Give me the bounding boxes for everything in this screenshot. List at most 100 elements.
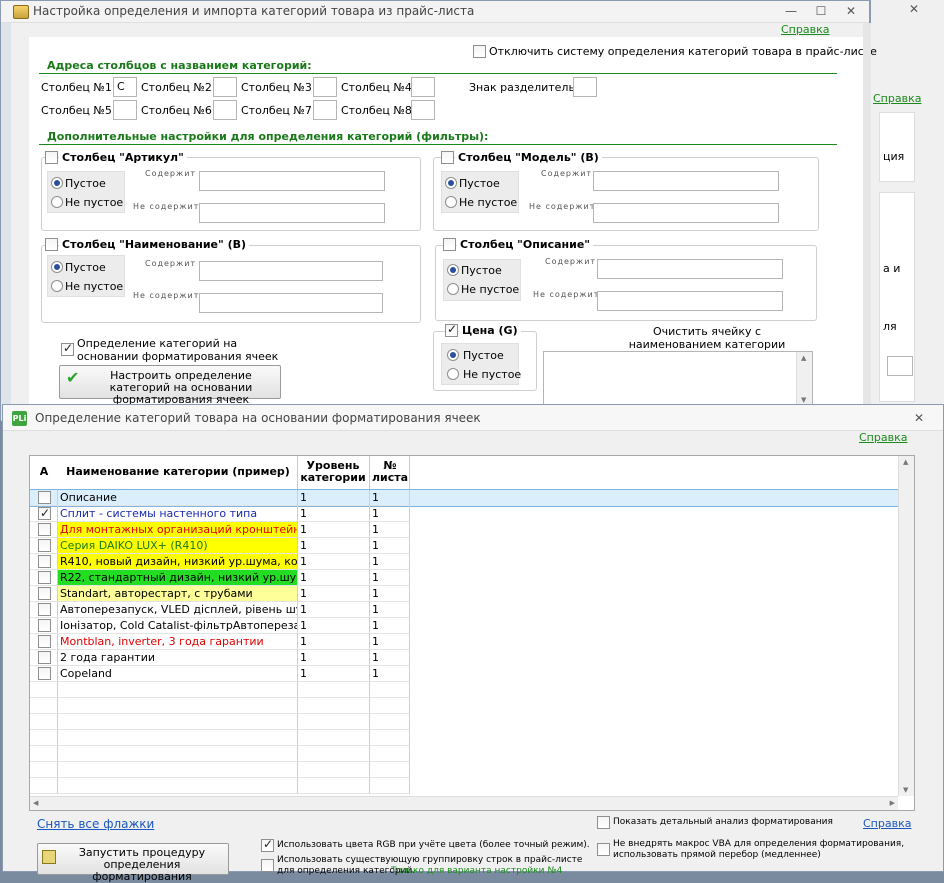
category-name-cell[interactable]: Автоперезапуск, VLED дісплей, рівень шум…	[58, 602, 298, 618]
table-row[interactable]: Описание 1 1	[29, 489, 899, 507]
category-name-cell[interactable]	[58, 730, 298, 746]
level-cell[interactable]: 1	[298, 490, 370, 506]
level-cell[interactable]	[298, 778, 370, 794]
row-checkbox[interactable]	[38, 651, 51, 664]
hscroll-left-icon[interactable]: ◀	[33, 799, 38, 807]
table-row[interactable]: Серия DAIKO LUX+ (R410) 1 1	[30, 538, 898, 554]
row-checkbox[interactable]	[38, 635, 51, 648]
vscroll-up-icon[interactable]: ▲	[903, 458, 908, 466]
row-checkbox-cell[interactable]	[30, 730, 58, 746]
name-notempty-radio[interactable]	[51, 280, 63, 292]
sheet-cell[interactable]	[370, 730, 410, 746]
table-row[interactable]: R22, стандартный дизайн, низкий ур.шума,…	[30, 570, 898, 586]
col8-input[interactable]	[411, 100, 435, 120]
category-name-cell[interactable]: Описание	[58, 490, 298, 506]
vertical-scrollbar[interactable]: ▲ ▼	[898, 456, 914, 796]
category-name-cell[interactable]: Copeland	[58, 666, 298, 682]
maximize-icon[interactable]: ☐	[811, 4, 831, 18]
level-cell[interactable]: 1	[298, 666, 370, 682]
col4-input[interactable]	[411, 77, 435, 97]
description-empty-radio[interactable]	[447, 264, 459, 276]
row-checkbox-cell[interactable]	[30, 538, 58, 554]
table-row[interactable]: Автоперезапуск, VLED дісплей, рівень шум…	[30, 602, 898, 618]
close-icon-2[interactable]: ✕	[909, 411, 929, 425]
description-notempty-radio[interactable]	[447, 283, 459, 295]
sheet-cell[interactable]: 1	[370, 666, 410, 682]
level-cell[interactable]: 1	[298, 538, 370, 554]
uncheck-all-link[interactable]: Снять все флажки	[37, 817, 154, 831]
table-row[interactable]	[30, 698, 898, 714]
category-name-cell[interactable]	[58, 746, 298, 762]
category-name-cell[interactable]	[58, 762, 298, 778]
no-vba-checkbox[interactable]	[597, 843, 610, 856]
sheet-cell[interactable]	[370, 714, 410, 730]
use-rgb-checkbox[interactable]	[261, 837, 274, 852]
level-cell[interactable]: 1	[298, 618, 370, 634]
model-empty-radio[interactable]	[445, 177, 457, 189]
category-name-cell[interactable]: Standart, авторестарт, с трубами	[58, 586, 298, 602]
hscroll-right-icon[interactable]: ▶	[890, 799, 895, 807]
row-checkbox[interactable]	[38, 506, 51, 521]
sheet-cell[interactable]: 1	[370, 538, 410, 554]
level-cell[interactable]: 1	[298, 570, 370, 586]
row-checkbox-cell[interactable]	[30, 602, 58, 618]
col-header-sheet[interactable]: № листа	[372, 460, 408, 484]
row-checkbox[interactable]	[38, 523, 51, 536]
table-row[interactable]: Сплит - системы настенного типа11	[30, 506, 898, 522]
table-row[interactable]: Standart, авторестарт, с трубами 1 1	[30, 586, 898, 602]
sheet-cell[interactable]: 1	[370, 554, 410, 570]
sheet-cell[interactable]	[370, 746, 410, 762]
category-name-cell[interactable]: 2 года гарантии	[58, 650, 298, 666]
table-row[interactable]: 2 года гарантии 1 1	[30, 650, 898, 666]
table-row[interactable]	[30, 746, 898, 762]
row-checkbox-cell[interactable]	[30, 570, 58, 586]
row-checkbox-cell[interactable]	[30, 714, 58, 730]
article-empty-radio[interactable]	[51, 177, 63, 189]
row-checkbox-cell[interactable]	[30, 490, 58, 506]
sheet-cell[interactable]: 1	[370, 618, 410, 634]
help-link[interactable]: Справка	[781, 23, 829, 36]
level-cell[interactable]: 1	[298, 634, 370, 650]
sheet-cell[interactable]	[370, 698, 410, 714]
row-checkbox[interactable]	[38, 555, 51, 568]
model-contains-input[interactable]	[593, 171, 779, 191]
name-notcontains-input[interactable]	[199, 293, 383, 313]
category-name-cell[interactable]	[58, 698, 298, 714]
row-checkbox[interactable]	[38, 667, 51, 680]
col2-input[interactable]	[213, 77, 237, 97]
row-checkbox-cell[interactable]	[30, 666, 58, 682]
row-checkbox[interactable]	[38, 491, 51, 504]
show-analysis-checkbox[interactable]	[597, 816, 610, 829]
sheet-cell[interactable]	[370, 778, 410, 794]
level-cell[interactable]	[298, 762, 370, 778]
price-empty-radio[interactable]	[447, 349, 459, 361]
table-row[interactable]: Іонізатор, Cold Catalist-фільтрАвтоперез…	[30, 618, 898, 634]
row-checkbox[interactable]	[38, 619, 51, 632]
sheet-cell[interactable]: 1	[370, 570, 410, 586]
close-icon[interactable]: ✕	[841, 4, 861, 18]
level-cell[interactable]: 1	[298, 586, 370, 602]
category-name-cell[interactable]: Іонізатор, Cold Catalist-фільтрАвтоперез…	[58, 618, 298, 634]
article-contains-input[interactable]	[199, 171, 385, 191]
table-row[interactable]	[30, 682, 898, 698]
vscroll-down-icon[interactable]: ▼	[903, 786, 908, 794]
category-name-cell[interactable]	[58, 714, 298, 730]
row-checkbox-cell[interactable]	[30, 618, 58, 634]
col-header-name[interactable]: Наименование категории (пример)	[60, 466, 296, 478]
level-cell[interactable]: 1	[298, 554, 370, 570]
use-grouping-checkbox[interactable]	[261, 859, 274, 872]
row-checkbox-cell[interactable]	[30, 746, 58, 762]
article-notempty-radio[interactable]	[51, 196, 63, 208]
model-filter-checkbox[interactable]	[441, 151, 454, 164]
separator-input[interactable]	[573, 77, 597, 97]
category-name-cell[interactable]: Серия DAIKO LUX+ (R410)	[58, 538, 298, 554]
table-row[interactable]	[30, 778, 898, 794]
row-checkbox-cell[interactable]	[30, 778, 58, 794]
bg-close-icon[interactable]: ✕	[909, 2, 919, 16]
row-checkbox-cell[interactable]	[30, 522, 58, 538]
model-notcontains-input[interactable]	[593, 203, 779, 223]
col6-input[interactable]	[213, 100, 237, 120]
level-cell[interactable]: 1	[298, 506, 370, 522]
level-cell[interactable]	[298, 698, 370, 714]
level-cell[interactable]: 1	[298, 650, 370, 666]
